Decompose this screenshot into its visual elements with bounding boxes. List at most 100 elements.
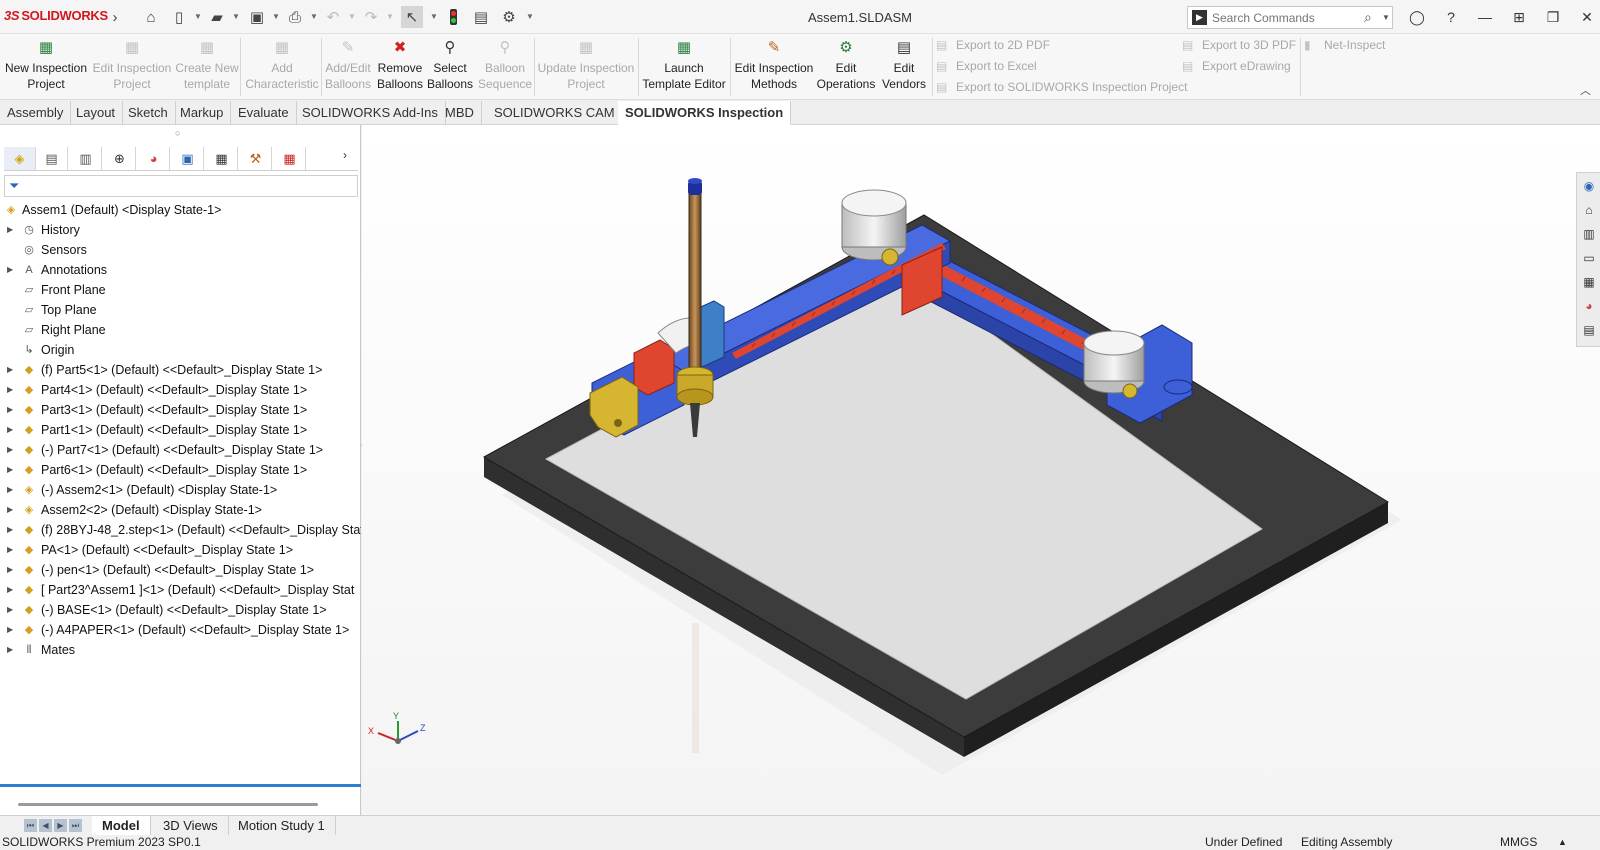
edit-operations-button[interactable]: ⚙ Edit Operations [816, 36, 876, 96]
solidworks-resources-icon[interactable]: ◉ [1580, 177, 1598, 195]
expand-arrow-icon[interactable]: ▶ [7, 460, 13, 480]
tree-filter-box[interactable]: ⏷ [4, 175, 358, 197]
net-inspect-button[interactable]: ▮ Net-Inspect [1304, 38, 1385, 52]
expand-arrow-icon[interactable]: ▶ [7, 640, 13, 660]
file-explorer-icon[interactable]: ▭ [1580, 249, 1598, 267]
update-inspection-project-button[interactable]: ▦ Update Inspection Project [536, 36, 636, 96]
prev-tab-icon[interactable]: ◀ [39, 819, 52, 832]
tab-3d-views[interactable]: 3D Views [153, 816, 229, 835]
new-document-icon[interactable]: ▯ [168, 6, 190, 28]
export-3d-pdf-button[interactable]: ▤ Export to 3D PDF [1182, 38, 1296, 52]
unit-dropdown-caret-icon[interactable]: ▲ [1558, 835, 1567, 850]
print-icon[interactable]: ⎙ [284, 6, 306, 28]
export-excel-button[interactable]: ▤ Export to Excel [936, 59, 1037, 73]
expand-arrow-icon[interactable]: ▶ [7, 400, 13, 420]
open-dropdown-caret-icon[interactable]: ▼ [232, 12, 240, 21]
tab-mbd[interactable]: MBD [438, 101, 482, 125]
tree-item[interactable]: ▶ ◈ Assem2<2> (Default) <Display State-1> [0, 500, 361, 520]
add-edit-balloons-button[interactable]: ✎ Add/Edit Balloons [324, 36, 372, 96]
export-sw-inspection-project-button[interactable]: ▤ Export to SOLIDWORKS Inspection Project [936, 80, 1187, 94]
new-dropdown-caret-icon[interactable]: ▼ [194, 12, 202, 21]
configuration-manager-tab-icon[interactable]: ▥ [70, 147, 102, 170]
tab-motion-study[interactable]: Motion Study 1 [228, 816, 336, 835]
user-account-icon[interactable]: ◯ [1406, 6, 1428, 28]
search-commands-box[interactable]: ▶ ⌕ ▼ [1187, 6, 1393, 29]
save-icon[interactable]: ▣ [246, 6, 268, 28]
tab-sketch[interactable]: Sketch [121, 101, 176, 125]
expand-arrow-icon[interactable]: ▶ [7, 600, 13, 620]
cam-feature-tab-icon[interactable]: ▣ [172, 147, 204, 170]
help-icon[interactable]: ? [1440, 6, 1462, 28]
close-window-icon[interactable]: ✕ [1576, 6, 1598, 28]
expand-arrow-icon[interactable]: ▶ [7, 520, 13, 540]
add-characteristic-button[interactable]: ▦ Add Characteristic [244, 36, 320, 96]
tree-item[interactable]: ▶ ⫴ Mates [0, 640, 361, 660]
tab-solidworks-add-ins[interactable]: SOLIDWORKS Add-Ins [295, 101, 446, 125]
select-dropdown-caret-icon[interactable]: ▼ [430, 12, 438, 21]
launch-template-editor-button[interactable]: ▦ Launch Template Editor [640, 36, 728, 96]
redo-dropdown-caret-icon[interactable]: ▼ [386, 12, 394, 21]
tree-item[interactable]: ▶ ◆ (-) BASE<1> (Default) <<Default>_Displ… [0, 600, 361, 620]
print-dropdown-caret-icon[interactable]: ▼ [310, 12, 318, 21]
restore-window-icon[interactable]: ❐ [1542, 6, 1564, 28]
expand-arrow-icon[interactable]: ▶ [7, 500, 13, 520]
undo-icon[interactable]: ↶ [322, 6, 344, 28]
search-dropdown-caret-icon[interactable]: ▼ [1382, 13, 1390, 22]
collapse-ribbon-icon[interactable]: ︿ [1580, 82, 1591, 98]
tree-item[interactable]: ▶ ◷ History [0, 220, 361, 240]
tab-layout[interactable]: Layout [69, 101, 124, 125]
graphics-area[interactable]: Y X Z [362, 125, 1600, 815]
panel-grip-icon[interactable]: ○ [175, 128, 180, 138]
expand-arrow-icon[interactable]: ▶ [7, 580, 13, 600]
redo-icon[interactable]: ↷ [360, 6, 382, 28]
horizontal-scrollbar[interactable] [18, 803, 318, 806]
tree-item[interactable]: ▱ Front Plane [0, 280, 361, 300]
tree-item[interactable]: ▶ ◆ (-) Part7<1> (Default) <<Default>_Disp… [0, 440, 361, 460]
tree-item[interactable]: ▶ ◆ Part6<1> (Default) <<Default>_Display … [0, 460, 361, 480]
unit-system[interactable]: MMGS [1500, 835, 1537, 850]
tree-item[interactable]: ▶ ◆ (f) 28BYJ-48_2.step<1> (Default) <<Def… [0, 520, 361, 540]
custom-properties-icon[interactable]: ▤ [1580, 321, 1598, 339]
rollback-bar[interactable] [0, 784, 361, 787]
task-home-icon[interactable]: ⌂ [1580, 201, 1598, 219]
select-balloons-button[interactable]: ⚲ Select Balloons [426, 36, 474, 96]
tree-item[interactable]: ◎ Sensors [0, 240, 361, 260]
expand-arrow-icon[interactable]: ▶ [7, 620, 13, 640]
expand-arrow-icon[interactable]: ▶ [7, 420, 13, 440]
file-properties-icon[interactable]: ▤ [470, 6, 492, 28]
create-new-template-button[interactable]: ▦ Create New template [172, 36, 242, 96]
new-inspection-project-button[interactable]: ▦ New Inspection Project [4, 36, 88, 96]
next-tab-icon[interactable]: ▶ [54, 819, 67, 832]
menu-expand-arrow-icon[interactable]: › [104, 6, 126, 28]
expand-arrow-icon[interactable]: ▶ [7, 440, 13, 460]
expand-arrow-icon[interactable]: ▶ [7, 260, 13, 280]
edit-inspection-methods-button[interactable]: ✎ Edit Inspection Methods [732, 36, 816, 96]
tree-item[interactable]: ▶ ◆ Part4<1> (Default) <<Default>_Display … [0, 380, 361, 400]
tree-item[interactable]: ▶ ◈ (-) Assem2<1> (Default) <Display State… [0, 480, 361, 500]
tree-item[interactable]: ▶ ◆ [ Part23^Assem1 ]<1> (Default) <<Defau… [0, 580, 361, 600]
appearances-icon[interactable]: ◕ [1580, 297, 1598, 315]
search-icon[interactable]: ⌕ [1364, 9, 1372, 26]
rebuild-traffic-light-icon[interactable] [442, 6, 464, 28]
feature-manager-tab-icon[interactable]: ◈ [4, 147, 36, 170]
tab-model[interactable]: Model [92, 816, 151, 835]
tree-root[interactable]: ◈ Assem1 (Default) <Display State-1> [0, 200, 361, 220]
export-edrawing-button[interactable]: ▤ Export eDrawing [1182, 59, 1291, 73]
tree-item[interactable]: ▶ ◆ Part3<1> (Default) <<Default>_Display … [0, 400, 361, 420]
display-manager-tab-icon[interactable]: ◕ [138, 147, 170, 170]
tree-item[interactable]: ▶ A Annotations [0, 260, 361, 280]
tab-solidworks-inspection[interactable]: SOLIDWORKS Inspection [618, 101, 792, 125]
tree-item[interactable]: ▶ ◆ (-) pen<1> (Default) <<Default>_Displa… [0, 560, 361, 580]
cam-operation-tab-icon[interactable]: ▦ [206, 147, 238, 170]
design-library-icon[interactable]: ▥ [1580, 225, 1598, 243]
tab-markup[interactable]: Markup [173, 101, 232, 125]
expand-arrow-icon[interactable]: ▶ [7, 540, 13, 560]
tree-item[interactable]: ▶ ◆ Part1<1> (Default) <<Default>_Display … [0, 420, 361, 440]
expand-arrow-icon[interactable]: ▶ [7, 480, 13, 500]
expand-arrow-icon[interactable]: ▶ [7, 220, 13, 240]
tree-item[interactable]: ▱ Top Plane [0, 300, 361, 320]
last-tab-icon[interactable]: ⏭ [69, 819, 82, 832]
tree-item[interactable]: ▶ ◆ PA<1> (Default) <<Default>_Display Sta… [0, 540, 361, 560]
open-folder-icon[interactable]: ▰ [206, 6, 228, 28]
tile-windows-icon[interactable]: ⊞ [1508, 6, 1530, 28]
